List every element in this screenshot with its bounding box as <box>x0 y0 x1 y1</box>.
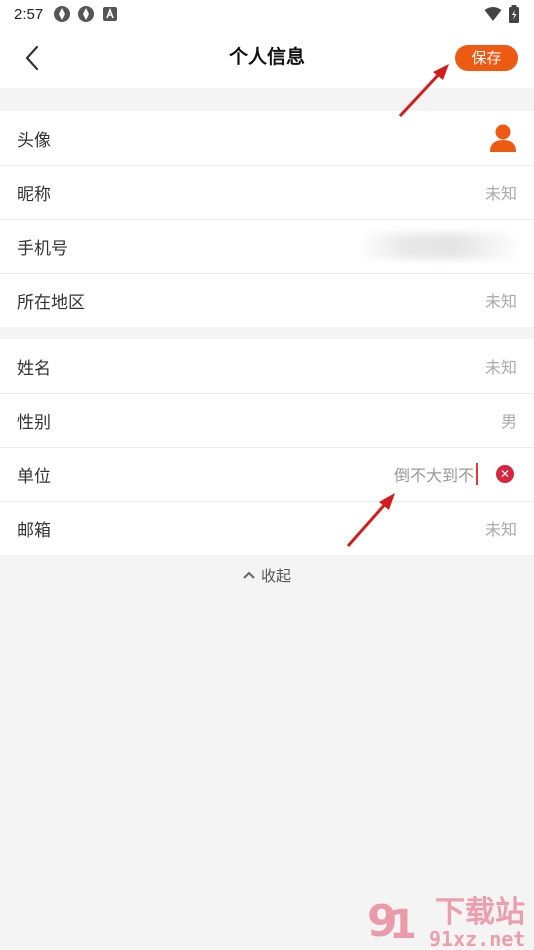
gender-row[interactable]: 性别 男 <box>0 393 534 447</box>
name-row[interactable]: 姓名 未知 <box>0 339 534 393</box>
sync-icon <box>78 6 95 22</box>
phone-value-blurred <box>357 233 517 259</box>
svg-text:下载站: 下载站 <box>435 895 525 930</box>
person-icon[interactable] <box>489 123 517 153</box>
watermark-logo: 9 1 下载站 91xz.net <box>367 895 525 950</box>
company-row: 单位 ✕ <box>0 447 534 501</box>
chevron-up-icon <box>243 571 255 579</box>
email-value: 未知 <box>484 520 517 539</box>
phone-row[interactable]: 手机号 <box>0 219 534 273</box>
back-button[interactable] <box>14 40 50 76</box>
svg-text:91xz.net: 91xz.net <box>429 927 525 950</box>
chevron-left-icon <box>25 45 39 71</box>
battery-icon <box>509 5 519 23</box>
profile-basic-section: 头像 昵称 未知 手机号 所在地区 未知 <box>0 111 534 327</box>
name-label: 姓名 <box>17 358 51 379</box>
gender-value: 男 <box>500 412 517 431</box>
company-input[interactable] <box>374 464 474 484</box>
phone-label: 手机号 <box>17 238 68 259</box>
text-caret <box>476 463 478 485</box>
company-input-wrap: ✕ <box>374 463 517 485</box>
name-value: 未知 <box>484 358 517 377</box>
email-label: 邮箱 <box>17 520 51 541</box>
clear-icon[interactable]: ✕ <box>496 465 514 483</box>
status-bar: 2:57 <box>0 0 534 28</box>
nickname-label: 昵称 <box>17 184 51 205</box>
annotation-arrow <box>346 493 395 547</box>
region-value: 未知 <box>484 292 517 311</box>
collapse-label: 收起 <box>260 566 291 585</box>
status-right <box>484 5 520 23</box>
keyboard-a-icon <box>103 7 118 21</box>
sync-icon <box>54 6 71 22</box>
avatar-label: 头像 <box>17 130 51 151</box>
svg-text:1: 1 <box>389 902 417 948</box>
gender-label: 性别 <box>17 412 51 433</box>
profile-detail-section: 姓名 未知 性别 男 单位 ✕ 邮箱 未知 <box>0 339 534 555</box>
company-label: 单位 <box>17 466 51 487</box>
region-row[interactable]: 所在地区 未知 <box>0 273 534 327</box>
wifi-icon <box>484 7 502 21</box>
region-label: 所在地区 <box>17 292 85 313</box>
collapse-button[interactable]: 收起 <box>0 562 534 588</box>
nickname-row[interactable]: 昵称 未知 <box>0 165 534 219</box>
status-time: 2:57 <box>14 5 44 23</box>
email-row[interactable]: 邮箱 未知 <box>0 501 534 555</box>
nickname-value: 未知 <box>484 184 517 203</box>
save-button[interactable]: 保存 <box>455 45 518 71</box>
annotation-arrow <box>398 64 449 118</box>
